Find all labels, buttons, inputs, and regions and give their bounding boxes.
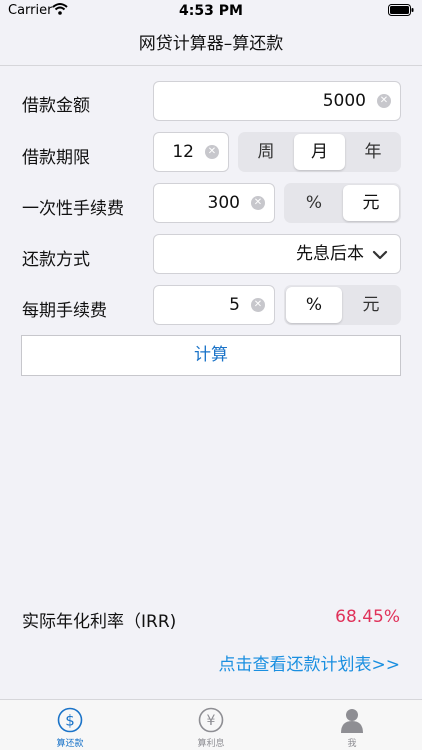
repayment-method-select[interactable]: 先息后本	[153, 234, 401, 274]
clear-icon[interactable]: ✕	[251, 298, 265, 312]
repayment-method-value: 先息后本	[296, 244, 364, 264]
calculate-button[interactable]: 计算	[21, 335, 401, 376]
unit-percent-option[interactable]: %	[286, 287, 342, 323]
person-icon	[339, 707, 365, 733]
loan-term-field[interactable]: 12 ✕	[153, 132, 229, 172]
tab-label: 我	[347, 739, 357, 749]
tab-interest[interactable]: ¥ 算利息	[141, 700, 281, 750]
tab-label: 算利息	[197, 739, 225, 749]
clear-icon[interactable]: ✕	[251, 196, 265, 210]
chevron-down-icon	[372, 247, 388, 263]
periodic-fee-unit-selector: % 元	[284, 285, 401, 325]
loan-term-value: 12	[172, 142, 194, 162]
yen-circle-icon: ¥	[198, 707, 224, 733]
tab-me[interactable]: 我	[282, 700, 422, 750]
unit-percent-option[interactable]: %	[286, 185, 342, 221]
clock: 4:53 PM	[179, 3, 243, 19]
one-time-fee-unit-selector: % 元	[284, 183, 401, 223]
unit-month-option[interactable]: 月	[294, 134, 345, 170]
battery-icon	[388, 4, 414, 20]
clear-icon[interactable]: ✕	[205, 145, 219, 159]
repayment-method-label: 还款方式	[22, 250, 90, 270]
tab-repayment[interactable]: $ 算还款	[0, 700, 140, 750]
loan-amount-label: 借款金额	[22, 96, 90, 116]
loan-amount-value: 5000	[322, 91, 366, 111]
tab-bar: $ 算还款 ¥ 算利息 我	[0, 699, 422, 750]
svg-text:$: $	[65, 712, 75, 730]
page-title: 网贷计算器–算还款	[138, 34, 284, 54]
irr-label: 实际年化利率（IRR)	[22, 612, 177, 632]
svg-text:¥: ¥	[207, 713, 216, 729]
dollar-circle-icon: $	[57, 707, 83, 733]
one-time-fee-value: 300	[207, 193, 240, 213]
periodic-fee-value: 5	[229, 295, 240, 315]
periodic-fee-label: 每期手续费	[22, 301, 107, 321]
unit-week-option[interactable]: 周	[240, 134, 292, 170]
unit-yuan-option[interactable]: 元	[343, 185, 399, 221]
loan-term-label: 借款期限	[22, 148, 90, 168]
loan-term-unit-selector: 周 月 年	[238, 132, 401, 172]
periodic-fee-field[interactable]: 5 ✕	[153, 285, 275, 325]
repayment-plan-link[interactable]: 点击查看还款计划表>>	[219, 650, 401, 675]
status-bar: Carrier 4:53 PM	[0, 0, 422, 22]
tab-label: 算还款	[56, 739, 84, 749]
clear-icon[interactable]: ✕	[377, 94, 391, 108]
one-time-fee-field[interactable]: 300 ✕	[153, 183, 275, 223]
unit-year-option[interactable]: 年	[347, 134, 399, 170]
nav-bar: 网贷计算器–算还款	[0, 22, 422, 66]
irr-value: 68.45%	[335, 607, 400, 627]
unit-yuan-option[interactable]: 元	[343, 287, 399, 323]
one-time-fee-label: 一次性手续费	[22, 199, 124, 219]
loan-amount-field[interactable]: 5000 ✕	[153, 81, 401, 121]
